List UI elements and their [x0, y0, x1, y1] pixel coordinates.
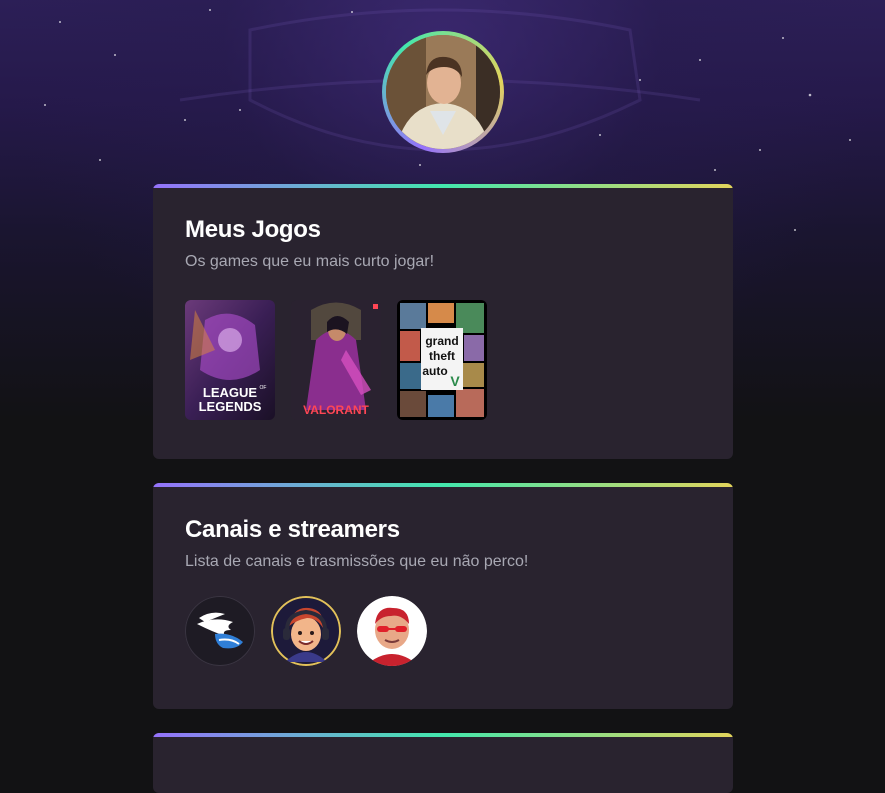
channels-title: Canais e streamers — [185, 516, 400, 543]
profile-avatar-ring — [382, 31, 504, 153]
valorant-logo: VALORANT — [303, 403, 369, 417]
league-of-legends-cover-icon: LEAGUE OF LEGENDS — [185, 300, 275, 420]
games-subtitle: Os games que eu mais curto jogar! — [185, 253, 435, 270]
lol-logo-line2: LEGENDS — [199, 399, 262, 414]
next-card — [153, 733, 733, 793]
gta-logo-line3: auto — [422, 364, 447, 378]
profile-avatar[interactable] — [386, 35, 500, 149]
channel-3[interactable] — [357, 596, 427, 666]
game-gta-v[interactable]: grand theft auto V — [397, 300, 487, 420]
streamer-red-glasses-avatar-icon — [357, 596, 427, 666]
wing-logo-icon — [185, 596, 255, 666]
games-card: Meus Jogos Os games que eu mais curto jo… — [153, 184, 733, 459]
gta-logo-v: V — [450, 373, 460, 389]
games-title: Meus Jogos — [185, 216, 321, 243]
cartoon-streamer-avatar-icon — [271, 596, 341, 666]
gta-logo-line1: grand — [425, 334, 458, 348]
game-valorant[interactable]: VALORANT — [291, 300, 381, 420]
valorant-cover-icon: VALORANT — [291, 300, 381, 420]
game-league-of-legends[interactable]: LEAGUE OF LEGENDS — [185, 300, 275, 420]
channel-1[interactable] — [185, 596, 255, 666]
channels-subtitle: Lista de canais e trasmissões que eu não… — [185, 553, 529, 570]
lol-logo-of: OF — [260, 385, 267, 391]
channels-card: Canais e streamers Lista de canais e tra… — [153, 483, 733, 709]
gta-v-cover-icon: grand theft auto V — [397, 300, 487, 420]
channel-2[interactable] — [271, 596, 341, 666]
gta-logo-line2: theft — [429, 349, 455, 363]
lol-logo-line1: LEAGUE — [203, 385, 258, 400]
profile-photo-icon — [386, 35, 500, 149]
